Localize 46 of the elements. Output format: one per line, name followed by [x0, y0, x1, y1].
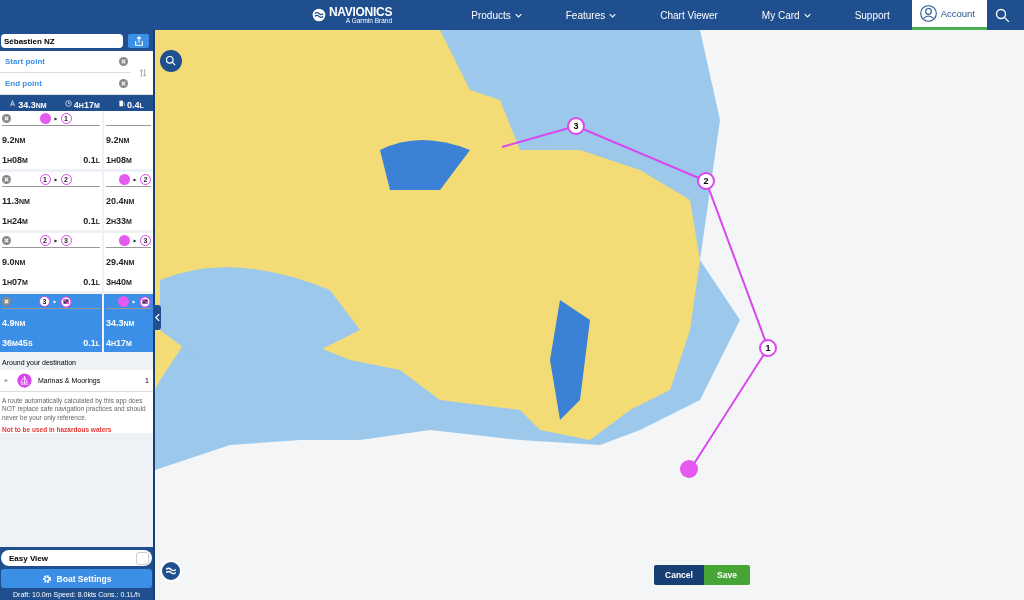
user-icon: [919, 5, 937, 22]
search-icon[interactable]: [995, 7, 1010, 23]
marina-icon: [17, 373, 32, 388]
logo-text: NAVIONICS: [329, 5, 393, 18]
nav-link[interactable]: Support: [832, 0, 912, 30]
fuel-icon: [118, 99, 126, 107]
flag-icon: [60, 295, 72, 308]
collapse-sidebar-button[interactable]: [153, 305, 161, 330]
checkbox[interactable]: [136, 551, 149, 565]
remove-icon[interactable]: [2, 236, 11, 245]
chevron-icon: [154, 313, 160, 322]
remove-icon[interactable]: [2, 114, 11, 123]
start-marker: [118, 296, 129, 307]
arrow-icon: [53, 299, 57, 304]
clear-icon[interactable]: [119, 79, 128, 88]
nav-link[interactable]: Products: [449, 0, 544, 30]
nav-link[interactable]: My Card: [739, 0, 833, 30]
arrow-icon: [53, 116, 58, 121]
start-marker: [119, 235, 130, 246]
arrow-icon: [133, 238, 137, 243]
start-marker: [119, 174, 130, 185]
nav-link[interactable]: Features: [543, 0, 639, 30]
route-name-field[interactable]: Sébastien NZ: [1, 34, 123, 48]
share-button[interactable]: [128, 34, 149, 48]
share-icon: [133, 36, 144, 46]
nav-link[interactable]: Account: [911, 0, 987, 30]
nav-link[interactable]: Chart Viewer: [638, 0, 740, 30]
arrow-icon: [133, 177, 137, 182]
arrow-icon: [53, 238, 58, 243]
clear-icon[interactable]: [119, 57, 128, 66]
swap-icon[interactable]: [139, 67, 147, 78]
remove-icon[interactable]: [2, 175, 11, 184]
gear-icon: [41, 573, 52, 584]
clock-icon: [64, 99, 72, 107]
arrow-icon: [132, 299, 136, 304]
expand-icon[interactable]: [4, 377, 9, 384]
cancel-button[interactable]: Cancel: [654, 565, 704, 585]
start-marker: [39, 113, 51, 124]
arrow-icon: [53, 177, 58, 182]
logo-icon: [312, 8, 326, 22]
easy-view-toggle[interactable]: Easy View: [1, 550, 152, 566]
remove-icon[interactable]: [2, 297, 11, 306]
search-icon: [165, 55, 177, 67]
flag-icon: [139, 295, 151, 308]
easy-view-label: Easy View: [9, 553, 48, 563]
distance-icon: [9, 99, 17, 107]
